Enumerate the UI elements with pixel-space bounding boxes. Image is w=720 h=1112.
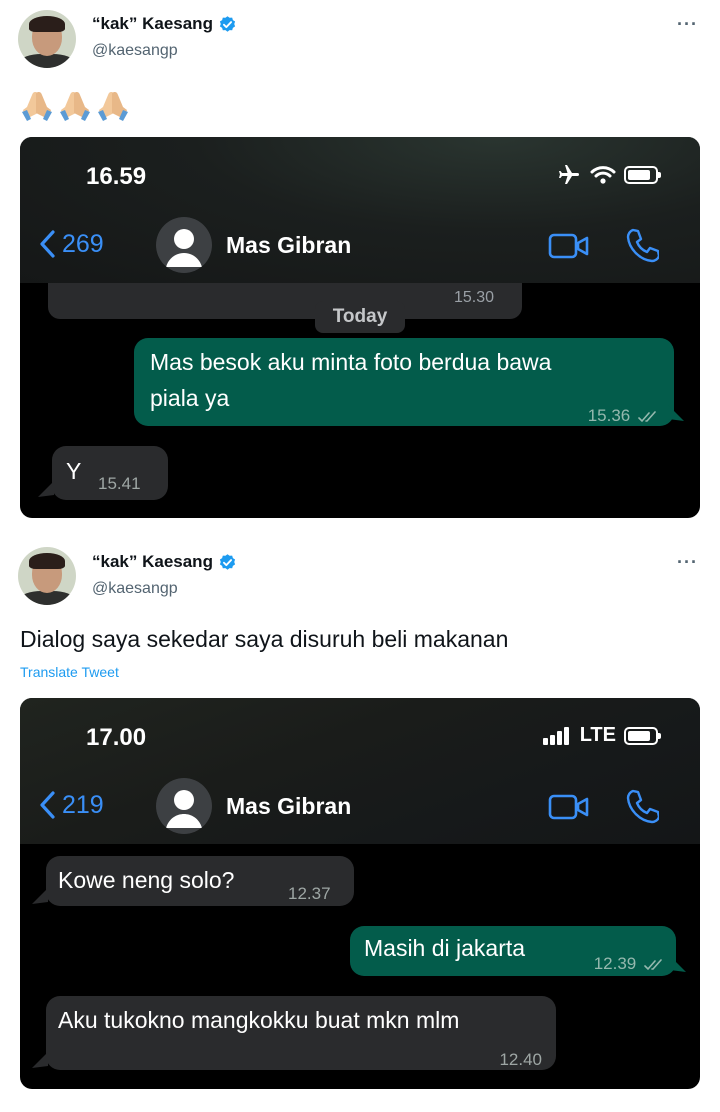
unread-count: 269 — [62, 229, 104, 258]
folded-hands-emoji — [60, 92, 90, 121]
tweet-text: Dialog saya sekedar saya disuruh beli ma… — [20, 626, 509, 652]
message-time-row: 15.36 — [588, 398, 658, 434]
contact-avatar[interactable] — [156, 217, 212, 273]
incoming-message[interactable]: Kowe neng solo? 12.37 — [46, 856, 354, 906]
wifi-icon — [590, 166, 616, 184]
phone-chat-header: 16.59 269 Mas Gibran — [20, 137, 700, 283]
video-call-icon[interactable] — [548, 233, 590, 259]
previous-message: 15.30 — [48, 283, 522, 319]
signal-strength-icon — [542, 726, 569, 745]
read-ticks-icon — [644, 958, 662, 970]
message-text: Y — [66, 458, 82, 484]
phone-chat-header: 17.00 LTE 219 Mas Gibran — [20, 698, 700, 844]
unread-count: 219 — [62, 790, 104, 819]
folded-hands-emoji — [22, 92, 52, 121]
more-options-icon[interactable]: ··· — [677, 14, 698, 35]
back-button[interactable]: 219 — [38, 790, 104, 820]
contact-name[interactable]: Mas Gibran — [226, 232, 351, 259]
verified-badge-icon — [219, 553, 236, 570]
tweet-1[interactable]: “kak” Kaesang @kaesangp ··· 16.59 269 Ma… — [0, 0, 720, 530]
bubble-tail — [32, 888, 48, 904]
bubble-tail — [670, 956, 686, 972]
author-display-name[interactable]: “kak” Kaesang — [92, 552, 213, 572]
chevron-left-icon — [40, 230, 55, 258]
tweet-text — [20, 88, 130, 122]
airplane-mode-icon — [559, 165, 579, 184]
incoming-message[interactable]: Aku tukokno mangkokku buat mkn mlm 12.40 — [46, 996, 556, 1070]
bubble-tail — [32, 1052, 48, 1068]
translate-tweet-link[interactable]: Translate Tweet — [20, 664, 119, 680]
attached-screenshot[interactable]: 17.00 LTE 219 Mas Gibran Kowe neng solo?… — [20, 698, 700, 1089]
message-time-row: 12.39 — [594, 946, 664, 982]
outgoing-message[interactable]: Masih di jakarta 12.39 — [350, 926, 676, 976]
message-time: 15.41 — [98, 474, 141, 493]
read-ticks-icon — [638, 410, 656, 422]
back-button[interactable]: 269 — [38, 229, 104, 259]
incoming-message[interactable]: Y 15.41 — [52, 446, 168, 500]
contact-name[interactable]: Mas Gibran — [226, 793, 351, 820]
status-bar-clock: 16.59 — [86, 163, 147, 190]
more-options-icon[interactable]: ··· — [677, 552, 698, 573]
author-handle[interactable]: @kaesangp — [92, 42, 178, 60]
default-user-icon — [156, 217, 212, 273]
date-separator: Today — [315, 301, 405, 333]
video-call-icon[interactable] — [548, 794, 590, 820]
message-text: piala ya — [150, 385, 230, 411]
phone-call-icon[interactable] — [625, 227, 659, 263]
message-text: Kowe neng solo? — [58, 867, 235, 893]
message-text: Masih di jakarta — [364, 935, 526, 961]
folded-hands-emoji — [98, 92, 128, 121]
message-time: 12.37 — [288, 884, 331, 903]
bubble-tail — [38, 481, 54, 497]
bubble-tail — [668, 405, 684, 421]
message-text: Mas besok aku minta foto berdua bawa — [150, 349, 552, 375]
attached-screenshot[interactable]: 16.59 269 Mas Gibran 15.30 Today Mas bes… — [20, 137, 700, 518]
author-handle[interactable]: @kaesangp — [92, 580, 178, 598]
chevron-left-icon — [40, 791, 55, 819]
author-name-row[interactable]: “kak” Kaesang — [92, 14, 237, 34]
status-bar-clock: 17.00 — [86, 724, 147, 751]
status-bar-icons — [556, 163, 661, 187]
message-text: Aku tukokno mangkokku buat mkn mlm — [58, 1007, 460, 1033]
message-time: 12.40 — [499, 1050, 542, 1069]
message-time: 15.36 — [587, 406, 631, 425]
author-avatar[interactable] — [18, 10, 76, 68]
verified-badge-icon — [219, 15, 236, 32]
author-display-name[interactable]: “kak” Kaesang — [92, 14, 213, 34]
battery-icon — [624, 166, 661, 184]
phone-call-icon[interactable] — [625, 788, 659, 824]
author-name-row[interactable]: “kak” Kaesang — [92, 552, 237, 572]
status-bar-icons: LTE — [542, 724, 661, 747]
outgoing-message[interactable]: Mas besok aku minta foto berdua bawa pia… — [134, 338, 674, 426]
network-type: LTE — [579, 724, 616, 746]
default-user-icon — [156, 778, 212, 834]
contact-avatar[interactable] — [156, 778, 212, 834]
author-avatar[interactable] — [18, 547, 76, 605]
message-time: 12.39 — [593, 954, 637, 973]
message-time: 15.30 — [454, 289, 495, 306]
tweet-2[interactable]: “kak” Kaesang @kaesangp ··· Dialog saya … — [0, 540, 720, 1100]
battery-icon — [624, 726, 661, 745]
